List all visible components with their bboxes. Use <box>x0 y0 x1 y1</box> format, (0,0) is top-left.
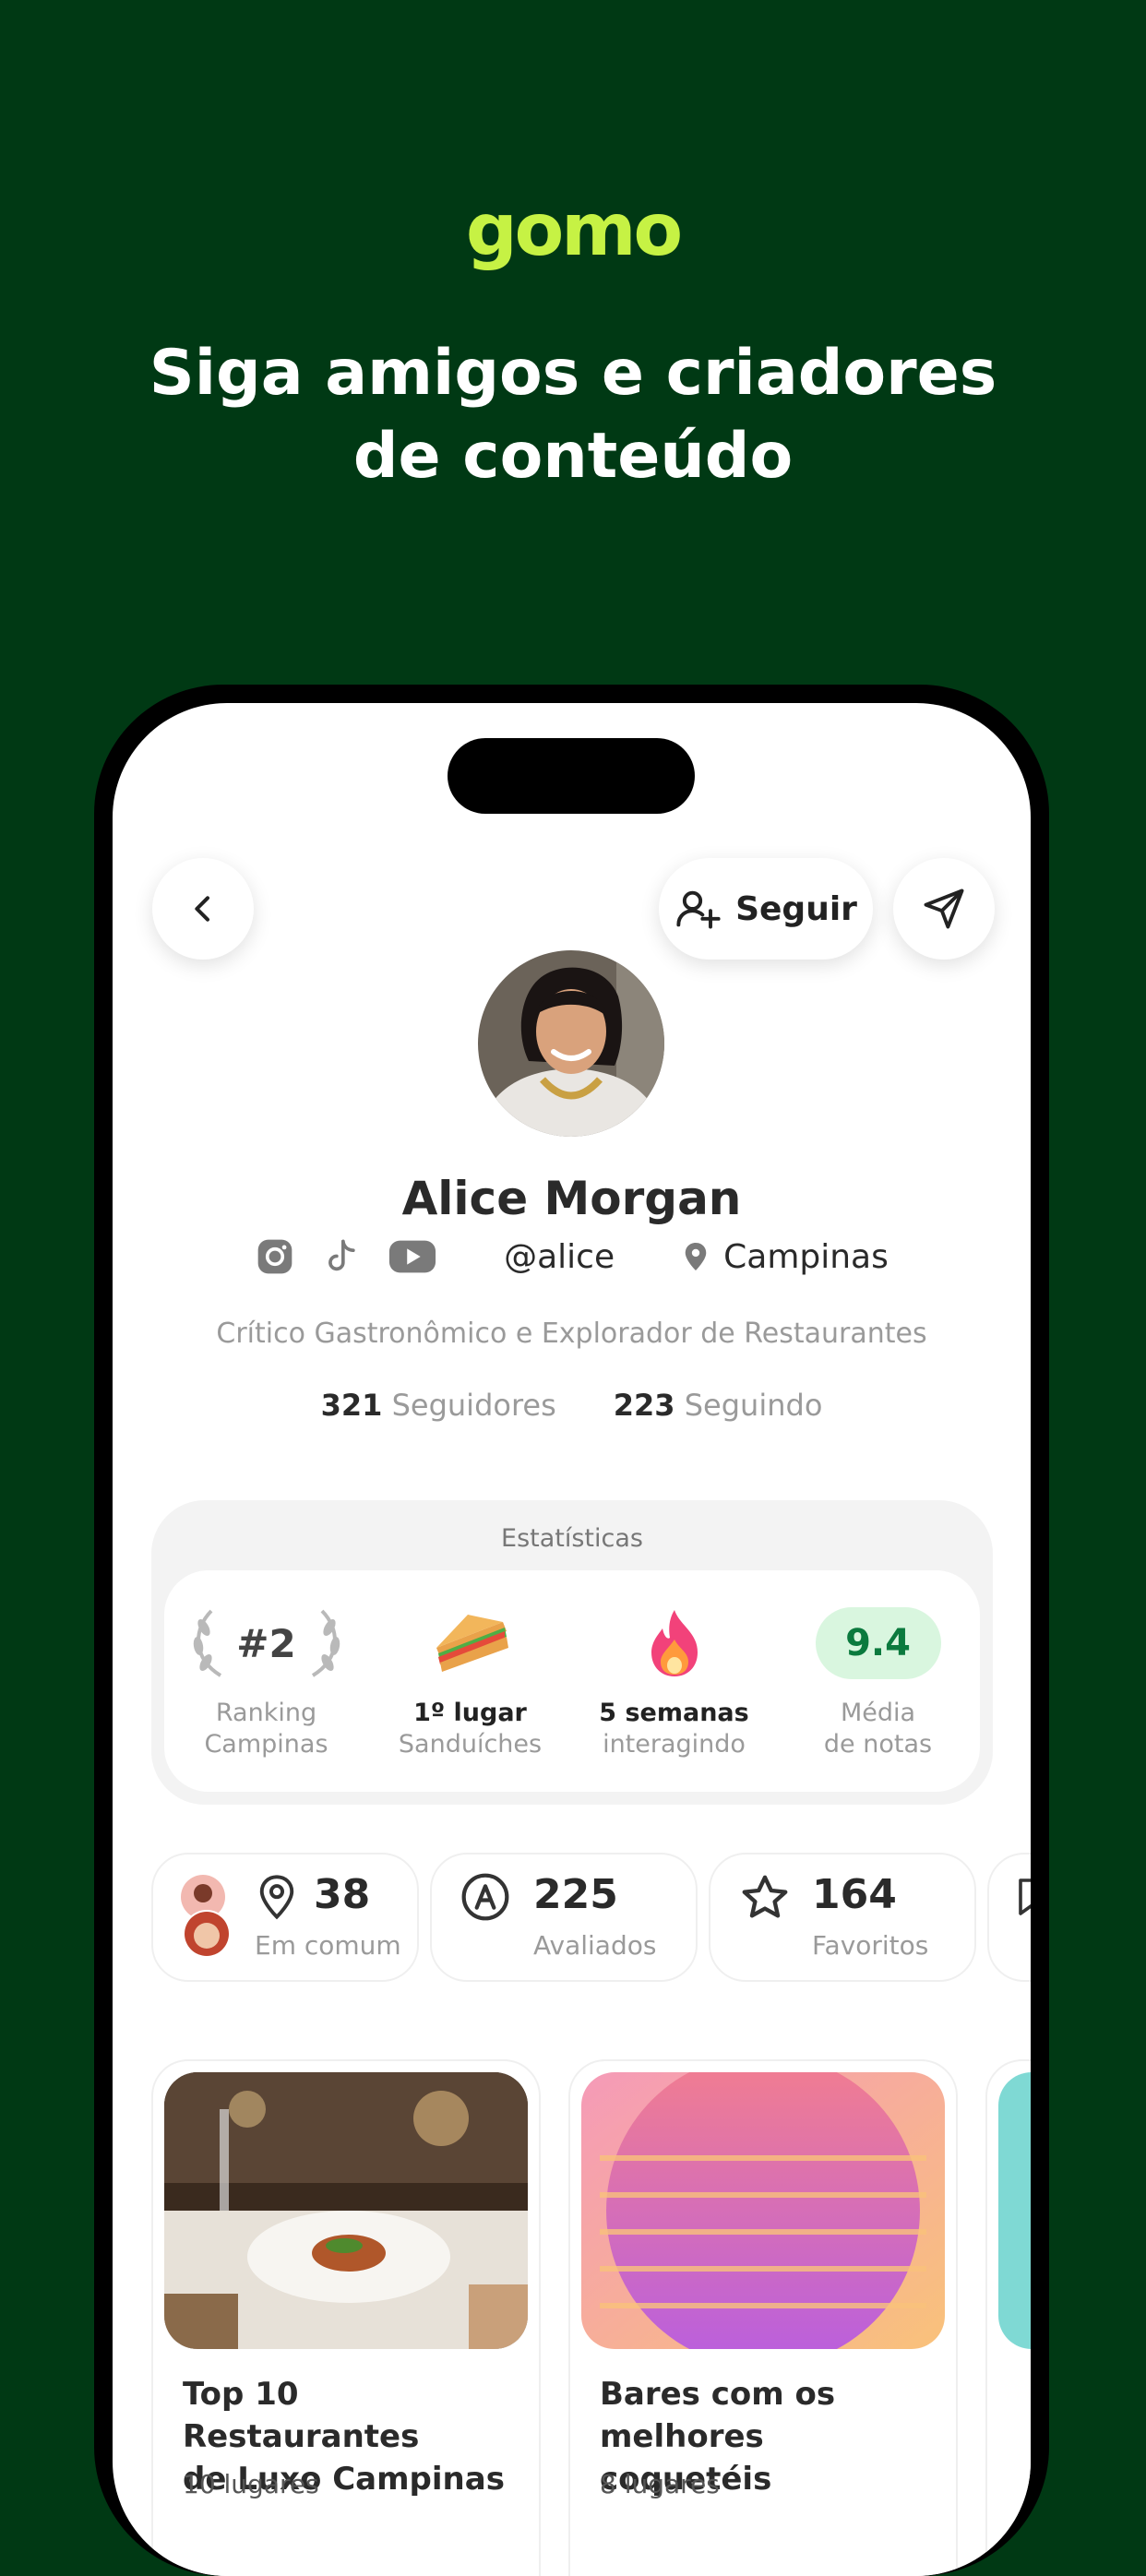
ranking-label-line2: Campinas <box>204 1730 328 1759</box>
average-score-area: 9.4 <box>815 1602 941 1685</box>
average-label: Média de notas <box>824 1698 932 1760</box>
sandwich-label-line2: Sanduíches <box>398 1730 543 1759</box>
list-title-line1: Bares com os <box>600 2376 836 2413</box>
streak-label-line1: 5 semanas <box>599 1699 749 1727</box>
sandwich-label-line1: 1º lugar <box>413 1699 527 1727</box>
back-button[interactable] <box>152 858 254 960</box>
stats-title: Estatísticas <box>501 1524 643 1553</box>
laurel-icon: #2 <box>184 1602 350 1685</box>
profile-bio: Crítico Gastronômico e Explorador de Res… <box>216 1318 927 1350</box>
followers-label: Seguidores <box>391 1388 556 1423</box>
fire-icon <box>642 1602 707 1685</box>
location-pin-icon <box>685 1243 707 1270</box>
headline: Siga amigos e criadores de conteúdo <box>0 332 1146 498</box>
list-title-line1: Top 10 Restaurantes <box>183 2376 420 2455</box>
tiktok-icon[interactable] <box>321 1236 362 1277</box>
add-user-icon <box>676 890 721 929</box>
youtube-icon[interactable] <box>388 1236 437 1277</box>
share-button[interactable] <box>893 858 995 960</box>
rated-card[interactable]: 225 Avaliados <box>430 1853 698 1982</box>
list-image <box>998 2072 1031 2349</box>
streak-label-line2: interagindo <box>603 1730 746 1759</box>
average-label-line1: Média <box>840 1699 916 1727</box>
rated-label: Avaliados <box>533 1930 657 1961</box>
send-icon <box>924 888 964 929</box>
gomo-logo: gomo <box>465 189 683 272</box>
sandwich-icon <box>431 1602 510 1685</box>
pin-icon <box>259 1875 294 1920</box>
summary-cards: 38 Em comum 225 Avaliados 164 Favoritos <box>151 1853 1031 1982</box>
ranking-value: #2 <box>236 1620 296 1666</box>
followers-stat[interactable]: 321 Seguidores <box>321 1388 556 1423</box>
rated-icon <box>461 1873 509 1921</box>
favorites-label: Favoritos <box>812 1930 929 1961</box>
followers-count: 321 <box>320 1388 383 1423</box>
friends-avatars-icon <box>181 1875 231 1958</box>
ranking-label-line1: Ranking <box>215 1699 317 1727</box>
chevron-left-icon <box>195 896 209 922</box>
instagram-icon[interactable] <box>255 1236 295 1277</box>
stat-average: 9.4 Média de notas <box>776 1570 980 1792</box>
cocktail-bars-art <box>581 2072 945 2349</box>
list-card-bars[interactable]: Bares com os melhores coquetéis 8 lugare… <box>568 2059 958 2576</box>
more-card[interactable] <box>987 1853 1031 1982</box>
bookmark-icon <box>1019 1878 1031 1915</box>
following-stat[interactable]: 223 Seguindo <box>614 1388 823 1423</box>
favorites-card[interactable]: 164 Favoritos <box>709 1853 976 1982</box>
ranking-label: Ranking Campinas <box>204 1698 328 1760</box>
follow-counts: 321 Seguidores 223 Seguindo <box>113 1388 1031 1423</box>
rated-count: 225 <box>533 1871 618 1918</box>
profile-name: Alice Morgan <box>401 1172 742 1225</box>
common-places-card[interactable]: 38 Em comum <box>151 1853 419 1982</box>
average-score-badge: 9.4 <box>815 1607 941 1679</box>
list-card-partial[interactable] <box>985 2059 1031 2576</box>
list-count: 10 lugares <box>183 2469 319 2499</box>
phone-frame: Seguir Alice Morgan @alice Campinas Crít… <box>94 685 1049 2576</box>
sandwich-label: 1º lugar Sanduíches <box>399 1698 542 1760</box>
avatar <box>478 950 664 1137</box>
following-label: Seguindo <box>684 1388 823 1423</box>
profile-handle[interactable]: @alice <box>504 1238 615 1276</box>
streak-label: 5 semanas interagindo <box>599 1698 748 1760</box>
star-icon <box>742 1875 788 1918</box>
favorites-count: 164 <box>812 1871 897 1918</box>
list-count: 8 lugares <box>600 2469 720 2499</box>
stat-streak: 5 semanas interagindo <box>572 1570 776 1792</box>
list-card-luxury[interactable]: Top 10 Restaurantes de Luxo Campinas 10 … <box>151 2059 541 2576</box>
profile-location: Campinas <box>723 1237 889 1276</box>
restaurant-photo <box>164 2072 528 2349</box>
social-row: @alice Campinas <box>113 1236 1031 1277</box>
stats-panel: Estatísticas #2 Ranking Campinas 1º luga… <box>151 1500 993 1805</box>
common-label: Em comum <box>255 1930 401 1961</box>
stats-row: #2 Ranking Campinas 1º lugar Sanduíches … <box>164 1570 980 1792</box>
headline-line-2: de conteúdo <box>352 420 794 493</box>
following-count: 223 <box>613 1388 675 1423</box>
phone-screen: Seguir Alice Morgan @alice Campinas Crít… <box>113 703 1031 2576</box>
stat-sandwich: 1º lugar Sanduíches <box>368 1570 572 1792</box>
headline-line-1: Siga amigos e criadores <box>149 337 997 410</box>
common-count: 38 <box>314 1871 371 1918</box>
follow-button[interactable]: Seguir <box>659 858 873 960</box>
average-label-line2: de notas <box>823 1730 933 1759</box>
stat-ranking: #2 Ranking Campinas <box>164 1570 368 1792</box>
dynamic-island <box>448 738 695 814</box>
follow-label: Seguir <box>735 889 857 928</box>
